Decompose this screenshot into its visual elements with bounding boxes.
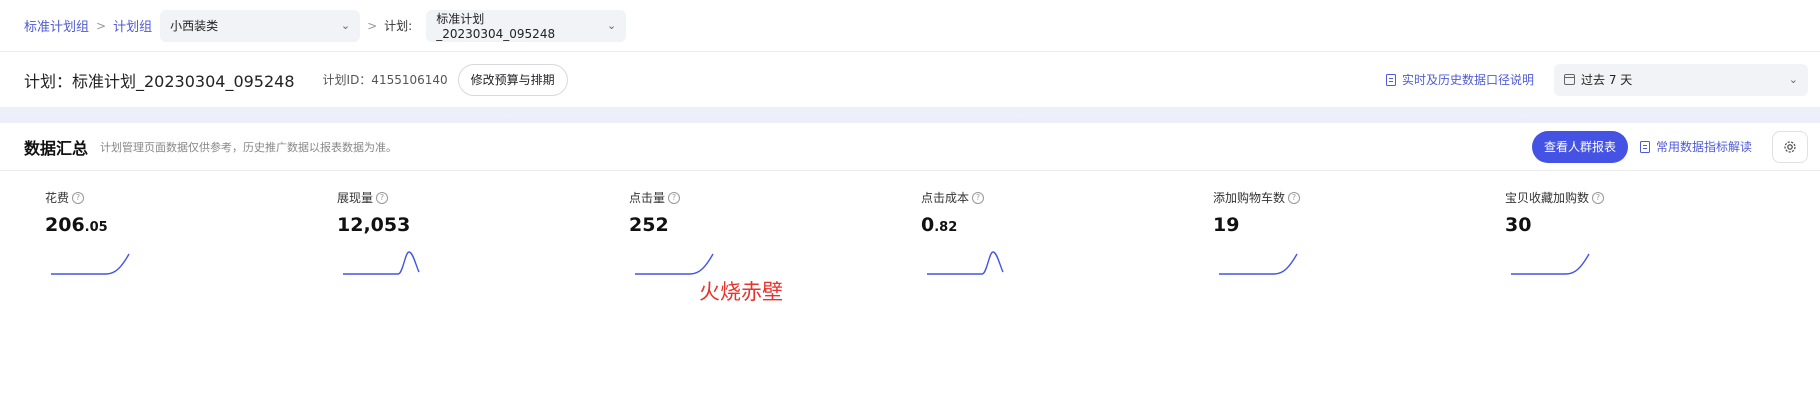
date-range-select[interactable]: 过去 7 天 ⌄ (1554, 63, 1808, 96)
data-summary-title: 数据汇总 (24, 138, 89, 158)
breadcrumb-standard-plan-group[interactable]: 标准计划组 (24, 16, 89, 35)
metric-value-integer: 252 (629, 214, 669, 236)
metric-card[interactable]: 花费 ? 206.05 (45, 189, 337, 278)
view-crowd-report-button[interactable]: 查看人群报表 (1531, 130, 1628, 163)
help-icon[interactable]: ? (1592, 191, 1605, 204)
gear-icon (1784, 140, 1796, 153)
chevron-down-icon: ⌄ (606, 19, 617, 32)
data-summary-card: 数据汇总 计划管理页面数据仅供参考，历史推广数据以报表数据为准。 查看人群报表 … (0, 123, 1820, 278)
metric-label: 宝贝收藏加购数 (1505, 191, 1590, 205)
help-icon[interactable]: ? (72, 191, 85, 204)
metric-label: 点击量 (629, 191, 666, 205)
category-select[interactable]: 小西装类 ⌄ (160, 9, 361, 42)
sparkline-trend-chart (927, 251, 1004, 275)
chevron-down-icon: ⌄ (340, 19, 351, 32)
metric-card[interactable]: 点击成本 ? 0.82 (921, 189, 1213, 278)
metric-label-row: 展现量 ? (337, 189, 629, 206)
plan-id: 计划ID：4155106140 (322, 73, 448, 87)
chevron-right-icon: > (96, 18, 107, 33)
calendar-icon (1564, 74, 1575, 85)
metric-value-integer: 0 (921, 214, 935, 236)
metric-label-row: 花费 ? (45, 189, 337, 206)
sparkline-trend-chart (51, 253, 130, 275)
help-icon[interactable]: ? (972, 191, 985, 204)
chevron-right-icon: > (367, 18, 378, 33)
metric-value: 19 (1213, 214, 1505, 236)
breadcrumb-plan-group[interactable]: 计划组 (113, 16, 152, 35)
top-breadcrumb-bar: 标准计划组 > 计划组 小西装类 ⌄ > 计划: 标准计划_20230304_0… (0, 0, 1820, 52)
data-definition-link-label: 实时及历史数据口径说明 (1401, 73, 1534, 87)
metric-label-row: 宝贝收藏加购数 ? (1505, 189, 1797, 206)
plan-title: 计划：标准计划_20230304_095248 (24, 71, 295, 91)
metric-value-integer: 30 (1505, 214, 1532, 236)
metric-value-integer: 19 (1213, 214, 1240, 236)
metric-card[interactable]: 点击量 ? 252 (629, 189, 921, 278)
watermark-text: 火烧赤壁 (699, 280, 783, 304)
metric-value-integer: 206 (45, 214, 85, 236)
data-summary-header: 数据汇总 计划管理页面数据仅供参考，历史推广数据以报表数据为准。 查看人群报表 … (0, 123, 1820, 171)
metric-label-row: 点击成本 ? (921, 189, 1213, 206)
metric-value: 30 (1505, 214, 1797, 236)
metric-value: 206.05 (45, 214, 337, 236)
metric-card[interactable]: 展现量 ? 12,053 (337, 189, 629, 278)
metric-value-decimal: .82 (934, 220, 958, 235)
data-summary-note: 计划管理页面数据仅供参考，历史推广数据以报表数据为准。 (100, 140, 398, 154)
data-definition-link[interactable]: 实时及历史数据口径说明 (1385, 71, 1534, 88)
plan-select-value: 标准计划_20230304_095248 (436, 12, 556, 41)
metric-value: 12,053 (337, 214, 629, 236)
metric-card[interactable]: 添加购物车数 ? 19 (1213, 189, 1505, 278)
document-icon (1639, 140, 1650, 153)
metric-card[interactable]: 宝贝收藏加购数 ? 30 (1505, 189, 1797, 278)
chevron-down-icon: ⌄ (1788, 73, 1798, 86)
sparkline-trend-chart (1219, 253, 1298, 275)
date-range-value: 过去 7 天 (1581, 73, 1633, 87)
metric-value: 0.82 (921, 214, 1213, 236)
category-select-value: 小西装类 (170, 19, 219, 33)
metric-value-integer: 12,053 (337, 214, 411, 236)
metrics-guide-link[interactable]: 常用数据指标解读 (1639, 138, 1752, 155)
help-icon[interactable]: ? (376, 191, 389, 204)
metric-label-row: 添加购物车数 ? (1213, 189, 1505, 206)
edit-budget-schedule-button[interactable]: 修改预算与排期 (457, 63, 568, 96)
sparkline-trend-chart (343, 251, 420, 275)
metric-value: 252 (629, 214, 921, 236)
metric-label-row: 点击量 ? (629, 189, 921, 206)
help-icon[interactable]: ? (668, 191, 681, 204)
plan-select-label: 计划: (384, 19, 413, 33)
plan-select[interactable]: 标准计划_20230304_095248 ⌄ (426, 9, 627, 42)
document-icon (1385, 73, 1396, 86)
metric-value-decimal: .05 (84, 220, 108, 235)
metric-label: 添加购物车数 (1213, 191, 1286, 205)
metrics-row: 花费 ? 206.05 展现量 ? 12,053 点击量 ? 252 点击成本 … (0, 171, 1820, 278)
metric-label: 点击成本 (921, 191, 970, 205)
sparkline-trend-chart (635, 253, 714, 275)
metrics-guide-link-label: 常用数据指标解读 (1655, 140, 1752, 154)
help-icon[interactable]: ? (1288, 191, 1301, 204)
metric-label: 展现量 (337, 191, 374, 205)
metric-label: 花费 (45, 191, 70, 205)
plan-header: 计划：标准计划_20230304_095248 计划ID：4155106140 … (0, 52, 1820, 107)
settings-button[interactable] (1772, 130, 1808, 163)
section-divider (0, 107, 1820, 123)
sparkline-trend-chart (1511, 253, 1590, 275)
